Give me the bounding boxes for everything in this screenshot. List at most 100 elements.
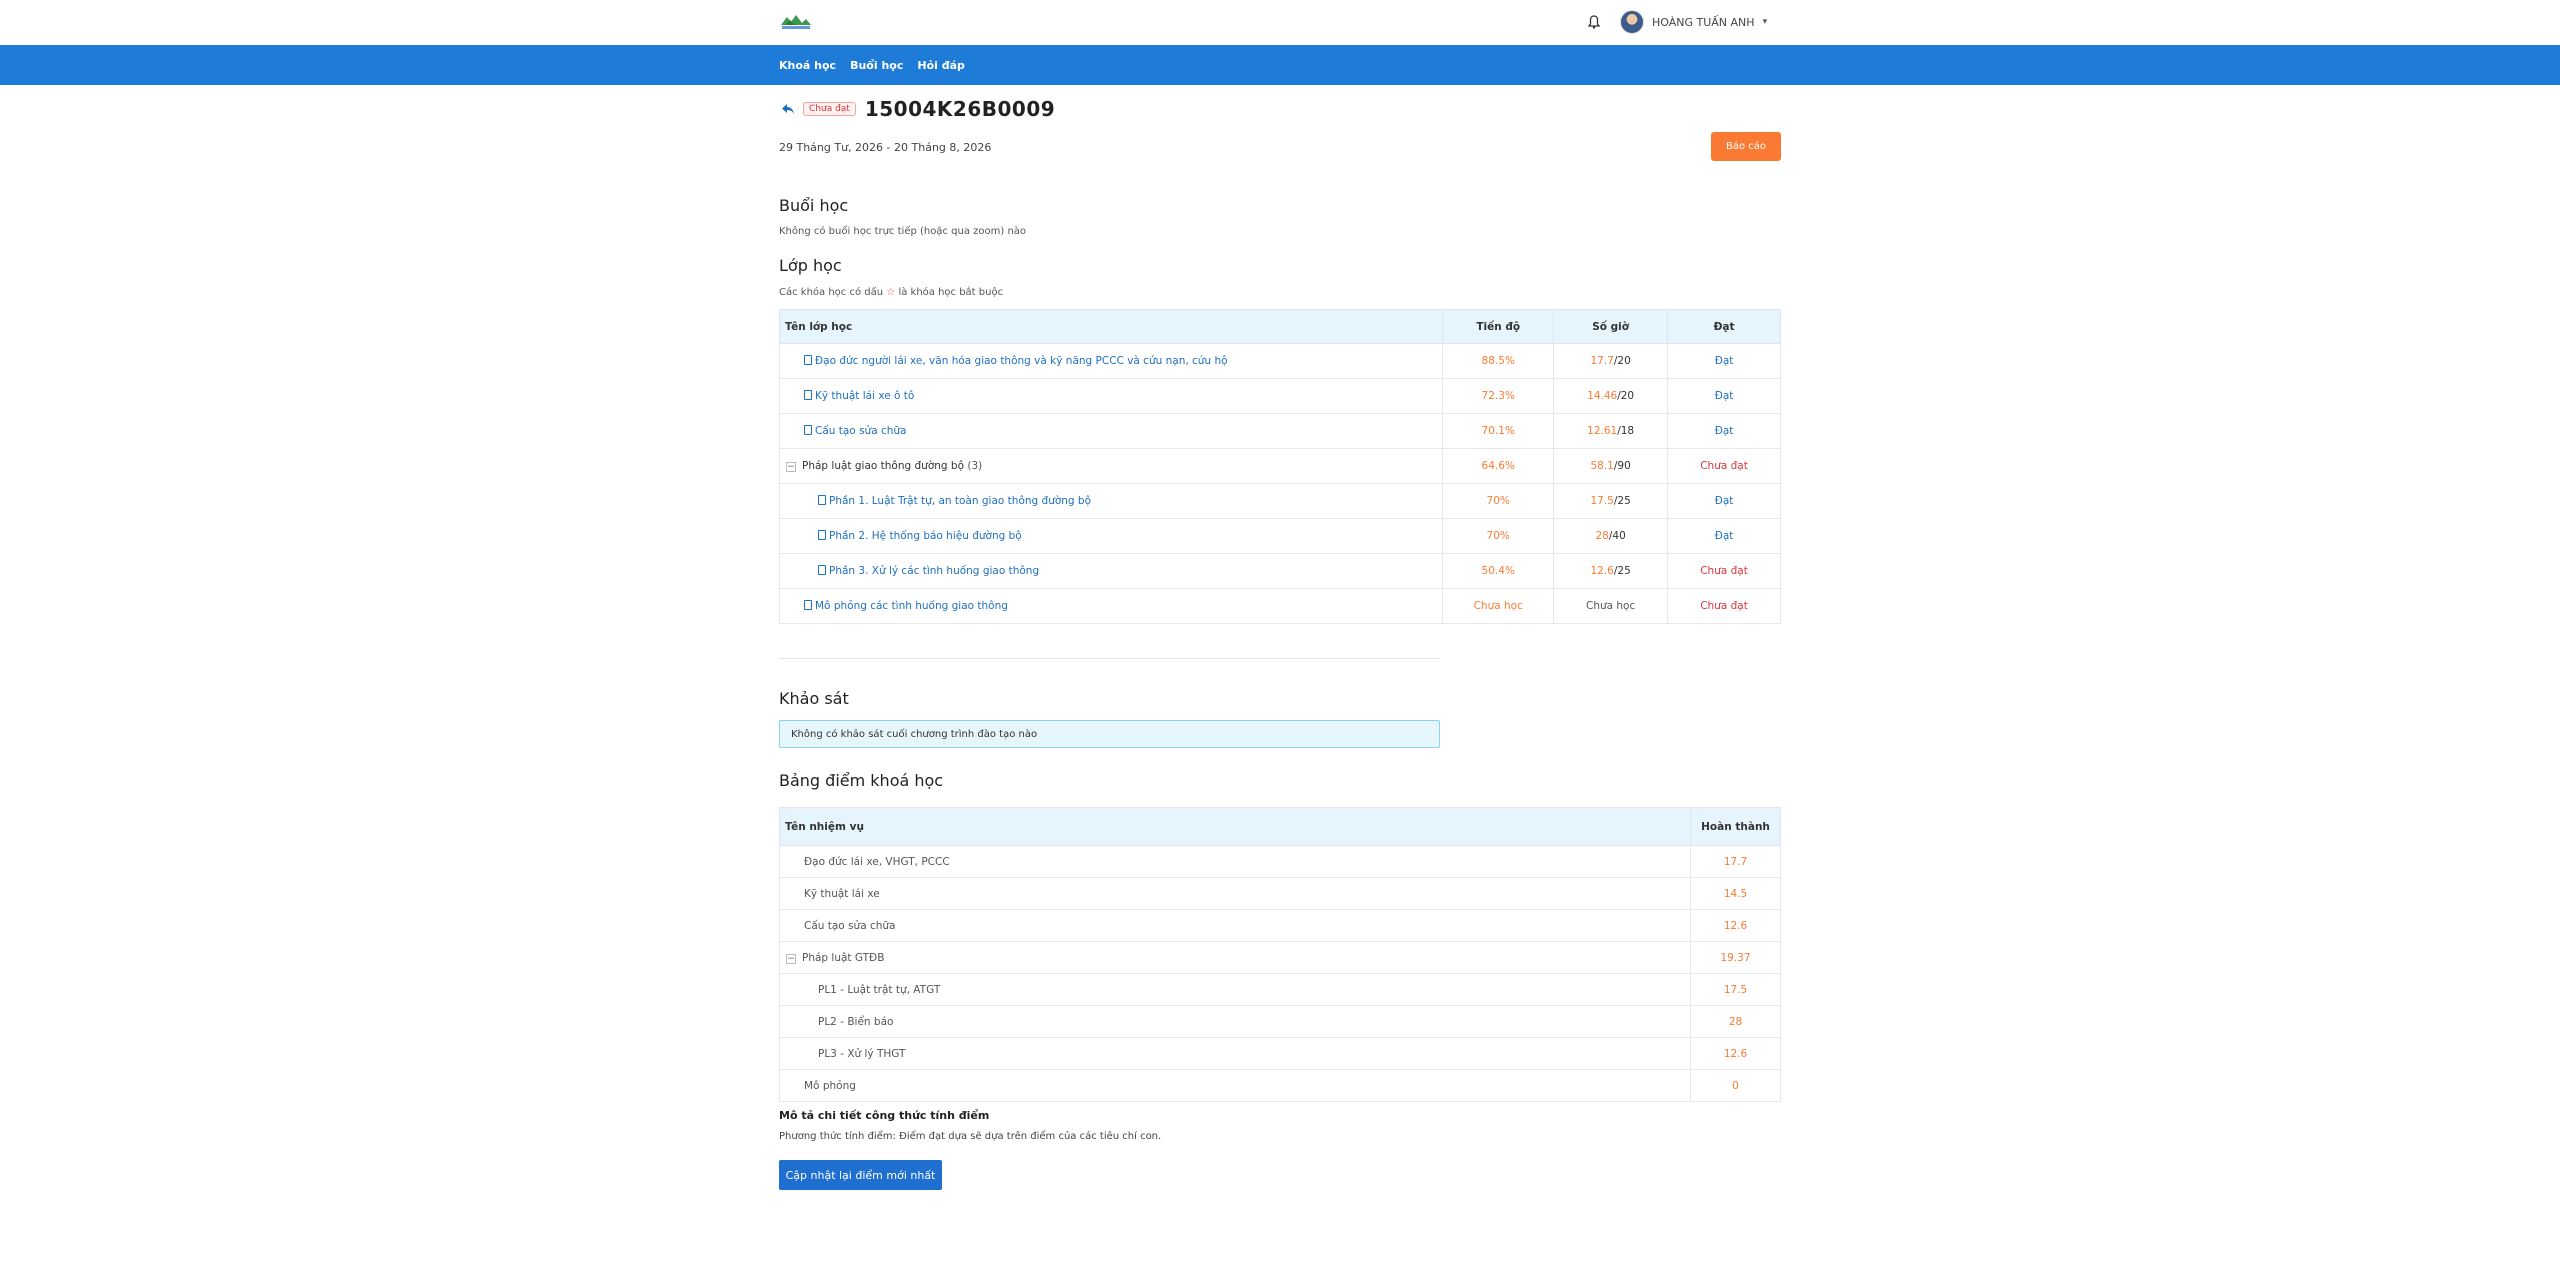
- task-name: PL3 - Xử lý THGT: [778, 1037, 1692, 1070]
- table-row: Phần 2. Hệ thống báo hiệu đường bộ 70% 2…: [778, 518, 1781, 554]
- class-group-name: Pháp luật giao thông đường bộ: [802, 460, 965, 472]
- hours-done: 12.61: [1587, 425, 1618, 437]
- task-score: 17.5: [1690, 973, 1781, 1006]
- table-row: Kỹ thuật lái xe ô tô 72.3% 14.46/20 Đạt: [778, 378, 1781, 414]
- table-row: Phần 3. Xử lý các tình huống giao thông …: [778, 553, 1781, 589]
- task-name: Cấu tạo sửa chữa: [778, 909, 1692, 942]
- collapse-toggle-icon[interactable]: −: [786, 953, 796, 964]
- table-row: Mô phỏng 0: [778, 1069, 1781, 1102]
- page-title: 15004K26B0009: [864, 97, 1056, 121]
- scores-title: Bảng điểm khoá học: [779, 771, 944, 790]
- classes-note: Các khóa học có dấu ☆ là khóa học bắt bu…: [779, 287, 1003, 298]
- hours-done: 14.46: [1587, 390, 1618, 402]
- task-name: PL2 - Biển báo: [778, 1005, 1692, 1038]
- class-link[interactable]: Đạo đức người lái xe, văn hóa giao thông…: [815, 355, 1228, 367]
- task-name: Đạo đức lái xe, VHGT, PCCC: [778, 845, 1692, 878]
- task-score: 28: [1690, 1005, 1781, 1038]
- col-header-hours: Số giờ: [1553, 309, 1669, 344]
- table-row: PL2 - Biển báo 28: [778, 1005, 1781, 1038]
- class-name-cell[interactable]: Phần 2. Hệ thống báo hiệu đường bộ: [778, 518, 1444, 554]
- progress-cell: 50.4%: [1442, 553, 1555, 589]
- nav-item-sessions[interactable]: Buổi học: [850, 59, 903, 72]
- progress-cell: 70%: [1442, 518, 1555, 554]
- progress-cell: 70.1%: [1442, 413, 1555, 449]
- task-score: 12.6: [1690, 909, 1781, 942]
- task-score: 12.6: [1690, 1037, 1781, 1070]
- table-row-group: − Pháp luật giao thông đường bộ (3) 64.6%…: [778, 448, 1781, 484]
- table-header-row: Tên nhiệm vụ Hoàn thành: [778, 807, 1781, 846]
- document-icon: [818, 530, 826, 540]
- class-link[interactable]: Mô phỏng các tình huống giao thông: [815, 600, 1008, 612]
- class-name-cell[interactable]: Đạo đức người lái xe, văn hóa giao thông…: [778, 343, 1444, 379]
- nav-item-qa[interactable]: Hỏi đáp: [917, 59, 965, 72]
- hours-done: 17.7: [1590, 355, 1614, 367]
- hours-cell: 12.61/18: [1553, 413, 1669, 449]
- pass-cell: Chưa đạt: [1667, 448, 1781, 484]
- star-icon: ☆: [886, 287, 896, 298]
- sessions-empty-text: Không có buổi học trực tiếp (hoặc qua zo…: [779, 226, 1027, 237]
- classes-table: Tên lớp học Tiến độ Số giờ Đạt Đạo đức n…: [778, 309, 1781, 624]
- col-header-done: Hoàn thành: [1690, 807, 1781, 846]
- class-name-cell[interactable]: Phần 3. Xử lý các tình huống giao thông: [778, 553, 1444, 589]
- hours-total: /90: [1613, 460, 1631, 472]
- hours-cell: 12.6/25: [1553, 553, 1669, 589]
- class-link[interactable]: Cấu tạo sửa chữa: [815, 425, 907, 437]
- chevron-down-icon: ▾: [1762, 17, 1768, 27]
- task-group-cell: − Pháp luật GTĐB: [778, 941, 1692, 974]
- bell-icon[interactable]: [1586, 13, 1602, 31]
- table-row: Mô phỏng các tình huống giao thông Chưa …: [778, 588, 1781, 624]
- document-icon: [804, 390, 812, 400]
- report-button[interactable]: Báo cáo: [1711, 132, 1781, 161]
- back-arrow-icon[interactable]: [779, 100, 797, 118]
- document-icon: [804, 425, 812, 435]
- class-link[interactable]: Phần 3. Xử lý các tình huống giao thông: [829, 565, 1039, 577]
- task-score: 0: [1690, 1069, 1781, 1102]
- task-name: Kỹ thuật lái xe: [778, 877, 1692, 910]
- table-row: Kỹ thuật lái xe 14.5: [778, 877, 1781, 910]
- hours-cell: Chưa học: [1553, 588, 1669, 624]
- class-link[interactable]: Kỹ thuật lái xe ô tô: [815, 390, 914, 402]
- table-row: PL3 - Xử lý THGT 12.6: [778, 1037, 1781, 1070]
- status-badge: Chưa đạt: [803, 102, 856, 116]
- col-header-progress: Tiến độ: [1442, 309, 1555, 344]
- pass-cell: Đạt: [1667, 343, 1781, 379]
- hours-total: /20: [1617, 390, 1635, 402]
- brand-logo[interactable]: [779, 12, 813, 32]
- table-row: Phần 1. Luật Trật tự, an toàn giao thông…: [778, 483, 1781, 519]
- progress-cell: 72.3%: [1442, 378, 1555, 414]
- task-group-name: Pháp luật GTĐB: [802, 951, 885, 964]
- pass-cell: Đạt: [1667, 413, 1781, 449]
- classes-note-prefix: Các khóa học có dấu: [779, 287, 884, 298]
- table-row: Đạo đức lái xe, VHGT, PCCC 17.7: [778, 845, 1781, 878]
- formula-text: Phương thức tính điểm: Điểm đạt dựa sẽ d…: [779, 1131, 1162, 1142]
- classes-title: Lớp học: [779, 256, 842, 275]
- task-score: 19.37: [1690, 941, 1781, 974]
- hours-cell: 17.7/20: [1553, 343, 1669, 379]
- task-name: PL1 - Luật trật tự, ATGT: [778, 973, 1692, 1006]
- document-icon: [804, 355, 812, 365]
- class-link[interactable]: Phần 1. Luật Trật tự, an toàn giao thông…: [829, 495, 1091, 507]
- survey-empty-alert: Không có khảo sát cuối chương trình đào …: [779, 720, 1440, 748]
- class-name-cell[interactable]: Cấu tạo sửa chữa: [778, 413, 1444, 449]
- class-name-cell[interactable]: Kỹ thuật lái xe ô tô: [778, 378, 1444, 414]
- class-link[interactable]: Phần 2. Hệ thống báo hiệu đường bộ: [829, 530, 1022, 542]
- user-menu[interactable]: HOÀNG TUẤN ANH ▾: [1620, 10, 1767, 34]
- hours-total: /40: [1608, 530, 1626, 542]
- document-icon: [818, 495, 826, 505]
- collapse-toggle-icon[interactable]: −: [786, 462, 796, 472]
- hours-total: /20: [1613, 355, 1631, 367]
- table-row-group: − Pháp luật GTĐB 19.37: [778, 941, 1781, 974]
- table-row: Cấu tạo sửa chữa 12.6: [778, 909, 1781, 942]
- class-name-cell[interactable]: Mô phỏng các tình huống giao thông: [778, 588, 1444, 624]
- pass-cell: Đạt: [1667, 518, 1781, 554]
- hours-done: 17.5: [1590, 495, 1614, 507]
- hours-cell: 17.5/25: [1553, 483, 1669, 519]
- task-score: 17.7: [1690, 845, 1781, 878]
- update-scores-button[interactable]: Cập nhật lại điểm mới nhất: [779, 1160, 942, 1190]
- table-row: Đạo đức người lái xe, văn hóa giao thông…: [778, 343, 1781, 379]
- task-name: Mô phỏng: [778, 1069, 1692, 1102]
- class-group-count: (3): [967, 460, 983, 472]
- class-name-cell[interactable]: Phần 1. Luật Trật tự, an toàn giao thông…: [778, 483, 1444, 519]
- avatar: [1620, 10, 1644, 34]
- nav-item-courses[interactable]: Khoá học: [779, 59, 836, 72]
